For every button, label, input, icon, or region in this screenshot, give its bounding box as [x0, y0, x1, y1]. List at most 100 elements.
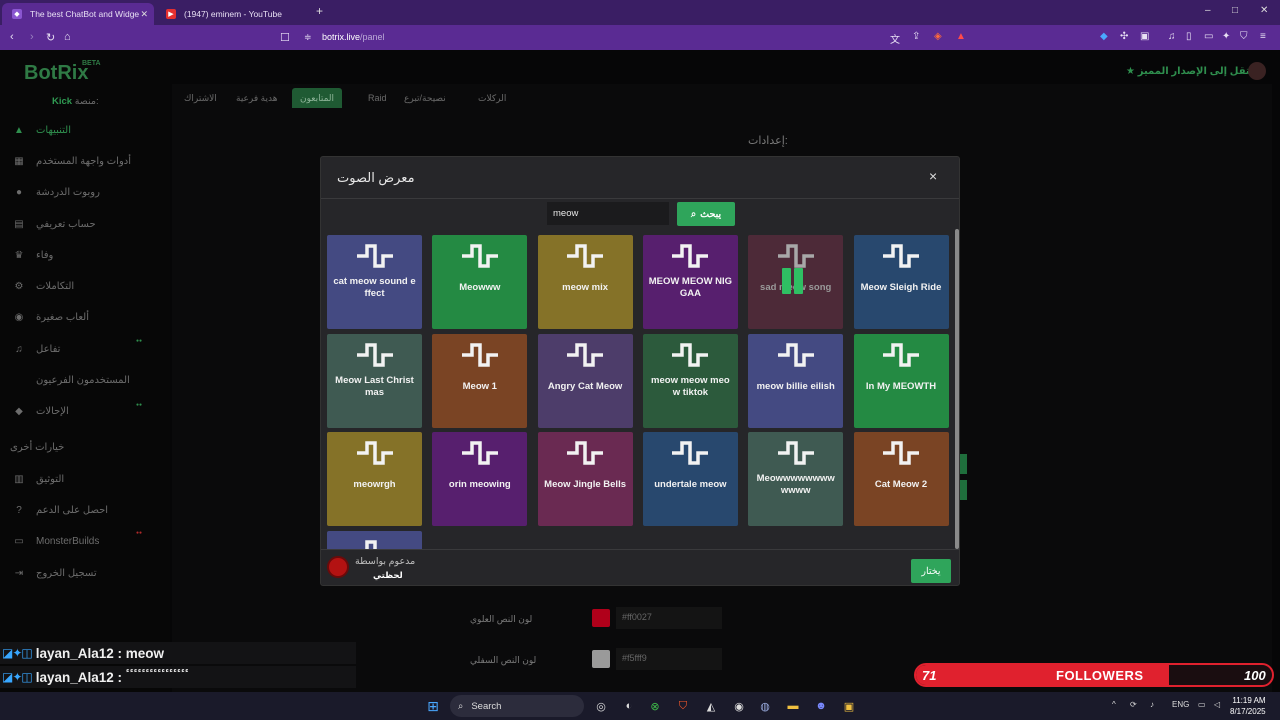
- soundwave-icon: [883, 244, 919, 268]
- sound-tile[interactable]: Meowww: [432, 235, 528, 329]
- app-icon[interactable]: ◭: [702, 697, 720, 715]
- page-tab[interactable]: الاشتراك: [176, 88, 225, 108]
- sound-label: meow billie eilish: [756, 380, 835, 392]
- taskbar-search[interactable]: ⌕ Search: [450, 695, 584, 717]
- scrollbar-thumb[interactable]: [955, 229, 959, 549]
- xbox-icon[interactable]: ⊗: [646, 697, 664, 715]
- file-explorer-icon[interactable]: ▬: [784, 697, 802, 715]
- sidebar-item[interactable]: ♛ وفاء: [12, 247, 162, 263]
- sidebar-item[interactable]: ? احصل على الدعم: [12, 502, 162, 518]
- sound-tile[interactable]: orin meowing: [432, 432, 528, 526]
- sidebar-item[interactable]: ◉ ألعاب صغيرة: [12, 309, 162, 325]
- menu-icon[interactable]: ≡: [1260, 31, 1266, 42]
- sound-tile[interactable]: [327, 530, 422, 549]
- sound-tile[interactable]: cat meow sound effect: [327, 235, 422, 329]
- sponsor-text: مدعوم بواسطة: [355, 556, 416, 567]
- extension-2-icon[interactable]: ▣: [1140, 31, 1149, 42]
- volume-icon[interactable]: ◁: [1214, 700, 1220, 709]
- sidebar-item[interactable]: ▲ التنبيهات: [12, 122, 162, 138]
- clock[interactable]: 11:19 AM 8/17/2025: [1230, 695, 1266, 717]
- obs-icon[interactable]: ◉: [730, 697, 748, 715]
- page-tab[interactable]: الركلات: [470, 88, 514, 108]
- bookmark-icon[interactable]: ☐: [280, 31, 290, 44]
- browser-tab-youtube[interactable]: ▶ (1947) eminem - YouTube: [156, 3, 306, 25]
- url-field[interactable]: botrix.live/panel: [322, 32, 385, 42]
- microphone-icon[interactable]: ♪: [1150, 700, 1154, 709]
- new-tab-button[interactable]: +: [316, 4, 323, 18]
- minimize-button[interactable]: –: [1205, 5, 1211, 16]
- sidebar-item[interactable]: ▦ أدوات واجهة المستخدم: [12, 153, 162, 169]
- tray-chevron-icon[interactable]: ^: [1112, 700, 1116, 709]
- tray-app-icon[interactable]: ⟳: [1130, 700, 1137, 709]
- vpn-icon[interactable]: ⛉: [1240, 31, 1248, 42]
- extension-icon[interactable]: ◆: [1100, 31, 1108, 42]
- search-button[interactable]: ⌕ يبحث: [677, 202, 735, 226]
- wallet-icon[interactable]: ▭: [1204, 31, 1213, 42]
- close-icon[interactable]: ×: [929, 168, 937, 184]
- scrollbar[interactable]: [955, 229, 959, 549]
- sound-tile[interactable]: Meow Jingle Bells: [537, 432, 633, 526]
- home-icon[interactable]: ⌂: [64, 31, 71, 43]
- premium-link[interactable]: ★ انتقل إلى الإصدار المميز: [1126, 66, 1257, 77]
- brave-rewards-icon[interactable]: ▲: [956, 31, 966, 42]
- youtube-favicon-icon: ▶: [166, 9, 176, 19]
- page-tab[interactable]: المتابعون: [292, 88, 343, 108]
- page-tab[interactable]: نصيحة/تبرع: [396, 88, 454, 108]
- choose-button[interactable]: يختار: [911, 559, 951, 583]
- sound-label: Meow Sleigh Ride: [860, 282, 942, 293]
- leo-icon[interactable]: ✦: [1222, 31, 1230, 42]
- sidebar-item[interactable]: المستخدمون الفرعيون: [12, 372, 162, 388]
- botrix-logo[interactable]: BotRix BETA: [24, 60, 101, 85]
- sound-tile[interactable]: Cat Meow 2: [853, 432, 949, 526]
- sound-tile[interactable]: MEOW MEOW NIGGAA: [642, 235, 738, 329]
- sound-tile[interactable]: meow billie eilish: [748, 333, 844, 428]
- site-settings-icon[interactable]: ≑: [304, 32, 312, 43]
- maximize-button[interactable]: □: [1232, 5, 1238, 16]
- back-icon[interactable]: ‹: [10, 31, 14, 43]
- steam-icon[interactable]: ◍: [756, 697, 774, 715]
- media-icon[interactable]: ♫: [1168, 31, 1176, 42]
- sound-tile[interactable]: undertale meow: [642, 432, 738, 526]
- discord-icon[interactable]: ☻: [812, 697, 830, 715]
- translate-icon[interactable]: ⽂: [890, 31, 900, 46]
- bottom-text-color-swatch[interactable]: [592, 650, 610, 668]
- sidebar-item[interactable]: ⚙ التكاملات: [12, 278, 162, 294]
- page-tab[interactable]: هدية فرعية: [228, 88, 285, 108]
- sound-tile[interactable]: Meowwwwwwwwwwww: [748, 432, 844, 526]
- bottom-text-color-field[interactable]: #f5fff9: [616, 648, 722, 670]
- language-indicator[interactable]: ENG: [1172, 700, 1189, 709]
- sound-tile[interactable]: Angry Cat Meow: [537, 333, 633, 428]
- sound-tile[interactable]: In My MEOWTH: [853, 333, 949, 428]
- windows-start-icon[interactable]: ⊞: [424, 697, 442, 715]
- sound-search-input[interactable]: [547, 202, 669, 225]
- sidebar-item[interactable]: ● روبوت الدردشة: [12, 184, 162, 200]
- extensions-puzzle-icon[interactable]: ✣: [1120, 31, 1128, 42]
- sound-tile[interactable]: Meow 1: [432, 333, 528, 428]
- top-text-color-swatch[interactable]: [592, 609, 610, 627]
- sidebar-item[interactable]: ▭ MonsterBuilds: [12, 533, 162, 549]
- close-tab-icon[interactable]: ✕: [140, 9, 148, 20]
- brave-icon[interactable]: ⛉: [674, 697, 692, 715]
- sound-tile[interactable]: meow meow meow tiktok: [642, 333, 738, 428]
- browser-tab-botrix[interactable]: ◆ The best ChatBot and Widge ✕: [2, 3, 154, 25]
- brave-shields-icon[interactable]: ◈: [934, 31, 942, 42]
- forward-icon[interactable]: ›: [30, 31, 34, 43]
- sidebar-item[interactable]: ▥ التوثيق: [12, 471, 162, 487]
- sound-tile[interactable]: meow mix: [537, 235, 633, 329]
- top-text-color-field[interactable]: #ff0027: [616, 607, 722, 629]
- app-icon[interactable]: ▣: [840, 697, 858, 715]
- app-icon[interactable]: ◎: [592, 697, 610, 715]
- app-icon[interactable]: ◐: [620, 697, 638, 715]
- reload-icon[interactable]: ↻: [46, 31, 55, 44]
- sound-tile[interactable]: Meow Last Christmas: [327, 333, 422, 428]
- network-icon[interactable]: ▭: [1198, 700, 1206, 709]
- sound-tile[interactable]: meowrgh: [327, 432, 422, 526]
- sidebar-item[interactable]: ⇥ تسجيل الخروج: [12, 565, 162, 581]
- sidebar-item[interactable]: ▤ حساب تعريفي: [12, 216, 162, 232]
- share-icon[interactable]: ⇪: [912, 31, 920, 42]
- avatar[interactable]: [1248, 62, 1266, 80]
- close-window-button[interactable]: ✕: [1260, 5, 1268, 16]
- sound-tile[interactable]: Meow Sleigh Ride: [853, 235, 949, 329]
- sidebar-icon[interactable]: ▯: [1186, 31, 1192, 42]
- page-tab[interactable]: Raid: [360, 88, 395, 108]
